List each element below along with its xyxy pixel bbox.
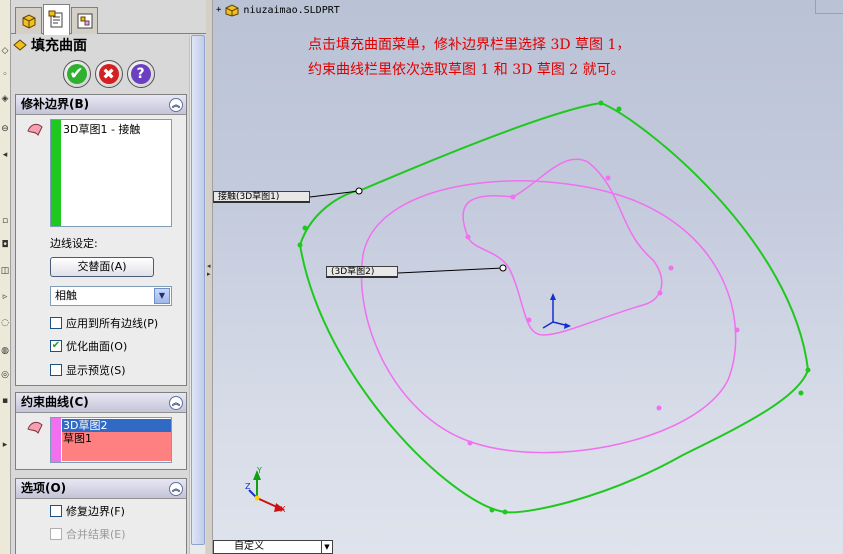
property-manager-panel: 填充曲面 ? ✔ ✖ ? 修补边界(B) ︽ 3D草图1 - 接触 边线设定: … — [11, 0, 206, 554]
toolbar-glyph-icon[interactable]: ▸ — [0, 440, 10, 450]
boundary-edges-list[interactable]: 3D草图1 - 接触 — [50, 119, 172, 227]
repair-boundary-checkbox[interactable]: 修复边界(F) — [50, 503, 125, 519]
dialog-action-bar: ✔ ✖ ? — [11, 58, 206, 90]
close-icon: ✖ — [98, 64, 119, 84]
triad-y-label: Y — [257, 466, 262, 475]
question-mark-icon: ? — [130, 64, 151, 84]
list-item[interactable]: 草图1 — [62, 432, 171, 461]
chevron-down-icon[interactable]: ▼ — [321, 541, 332, 553]
checkbox-label: 显示预览(S) — [66, 364, 126, 377]
panel-title-bar: 填充曲面 ? — [13, 35, 204, 55]
group-title: 约束曲线(C) — [21, 395, 89, 409]
patch-boundary-header[interactable]: 修补边界(B) ︽ — [16, 95, 186, 115]
toolbar-glyph-icon[interactable]: ◫ — [0, 266, 10, 276]
alternate-face-button[interactable]: 交替面(A) — [50, 257, 154, 277]
checkbox-label: 合并结果(E) — [66, 528, 126, 541]
apply-all-edges-checkbox[interactable]: 应用到所有边线(P) — [50, 315, 158, 331]
ok-button[interactable]: ✔ — [62, 60, 91, 88]
checkbox-box[interactable] — [50, 505, 62, 517]
callout-anchor[interactable] — [355, 187, 363, 195]
chevron-down-icon[interactable]: ▼ — [154, 288, 170, 304]
checkbox-box[interactable] — [50, 317, 62, 329]
toolbar-glyph-icon[interactable]: ⊖ — [0, 124, 10, 134]
toolbar-glyph-icon[interactable]: ◦ — [0, 70, 10, 80]
options-header[interactable]: 选项(O) ︽ — [16, 479, 186, 499]
selection-color-bar — [51, 120, 61, 226]
manager-tabs — [11, 0, 206, 35]
fill-surface-icon — [13, 39, 27, 51]
toolbar-glyph-icon[interactable]: ◍ — [0, 346, 10, 356]
constraint-curves-header[interactable]: 约束曲线(C) ︽ — [16, 393, 186, 413]
group-title: 选项(O) — [21, 481, 67, 495]
callout-anchor[interactable] — [499, 264, 507, 272]
toolbar-glyph-icon[interactable]: ◌ — [0, 318, 10, 328]
property-manager-icon — [48, 10, 62, 28]
view-orientation-select[interactable]: 自定义 ▼ — [213, 540, 333, 554]
callout-leader — [397, 267, 504, 274]
toolbar-glyph-icon[interactable]: ▫ — [0, 216, 10, 226]
left-toolbar-strip: ◇ ◦ ◈ ⊖ ◂ ▫ ◘ ◫ ▹ ◌ ◍ ◎ ▪ ▸ — [0, 0, 11, 554]
show-preview-checkbox[interactable]: 显示预览(S) — [50, 362, 126, 378]
page-title: 填充曲面 — [31, 38, 87, 54]
list-item[interactable]: 3D草图1 - 接触 — [63, 123, 140, 136]
collapse-chevron-icon[interactable]: ︽ — [169, 98, 183, 112]
optimize-surface-checkbox[interactable]: ✔ 优化曲面(O) — [50, 338, 127, 354]
constraint-flower[interactable] — [462, 158, 663, 336]
options-group: 选项(O) ︽ 修复边界(F) 合并结果(E) — [15, 478, 187, 554]
checkbox-box[interactable] — [50, 528, 62, 540]
toolbar-glyph-icon[interactable]: ▪ — [0, 396, 10, 406]
triad-z-label: Z — [245, 482, 251, 491]
toolbar-glyph-icon[interactable]: ◈ — [0, 94, 10, 104]
model-geometry — [248, 100, 811, 515]
collapse-chevron-icon[interactable]: ︽ — [169, 482, 183, 496]
help-button[interactable]: ? — [126, 60, 155, 88]
feature-manager-tab[interactable] — [15, 7, 42, 34]
selection-color-bar — [51, 418, 61, 462]
list-item[interactable]: 3D草图2 — [62, 419, 171, 432]
contact-callout-label[interactable]: 接触(3D草图1) — [213, 191, 310, 203]
checkbox-label: 应用到所有边线(P) — [66, 317, 159, 330]
cancel-button[interactable]: ✖ — [94, 60, 123, 88]
patch-boundary-group: 修补边界(B) ︽ 3D草图1 - 接触 边线设定: 交替面(A) 相触 ▼ 应… — [15, 94, 187, 386]
checkbox-box[interactable] — [50, 364, 62, 376]
toolbar-glyph-icon[interactable]: ▹ — [0, 292, 10, 302]
checkbox-label: 优化曲面(O) — [66, 340, 128, 353]
toolbar-glyph-icon[interactable]: ◎ — [0, 370, 10, 380]
splitter-grip-icon[interactable]: ◂ ▸ — [207, 262, 211, 278]
checkmark-icon: ✔ — [66, 64, 87, 84]
callout-leader — [309, 190, 360, 198]
origin-icon — [542, 293, 571, 329]
group-title: 修补边界(B) — [21, 97, 90, 111]
scroll-thumb[interactable] — [191, 35, 205, 545]
select-value: 相触 — [55, 289, 77, 302]
toolbar-glyph-icon[interactable]: ◘ — [0, 240, 10, 250]
panel-splitter[interactable]: ◂ ▸ — [206, 0, 213, 554]
curve-selection-icon — [27, 421, 43, 434]
select-value: 自定义 — [234, 541, 264, 552]
merge-result-checkbox[interactable]: 合并结果(E) — [50, 526, 126, 542]
toolbar-glyph-icon[interactable]: ◇ — [0, 46, 10, 56]
configuration-manager-icon — [77, 13, 92, 29]
sketch2-callout-label[interactable]: (3D草图2) — [326, 266, 398, 278]
constraint-curves-list[interactable]: 3D草图2 草图1 — [50, 417, 172, 463]
property-manager-tab[interactable] — [43, 4, 70, 35]
constraint-curves-group: 约束曲线(C) ︽ 3D草图2 草图1 — [15, 392, 187, 470]
configuration-manager-tab[interactable] — [71, 7, 98, 34]
curvature-condition-select[interactable]: 相触 ▼ — [50, 286, 172, 306]
feature-manager-icon — [22, 14, 35, 29]
edge-settings-label: 边线设定: — [50, 237, 98, 250]
constraint-loop-outer[interactable] — [360, 180, 737, 454]
graphics-viewport[interactable]: + niuzaimao.SLDPRT 点击填充曲面菜单，修补边界栏里选择 3D … — [213, 0, 843, 554]
checkbox-label: 修复边界(F) — [66, 505, 125, 518]
toolbar-glyph-icon[interactable]: ◂ — [0, 150, 10, 160]
constraint-vertices — [465, 175, 740, 446]
collapse-chevron-icon[interactable]: ︽ — [169, 396, 183, 410]
surface-selection-icon — [27, 123, 43, 136]
triad-x-label: X — [280, 505, 286, 514]
panel-scrollbar[interactable] — [189, 35, 205, 554]
checkbox-box[interactable]: ✔ — [50, 340, 62, 352]
